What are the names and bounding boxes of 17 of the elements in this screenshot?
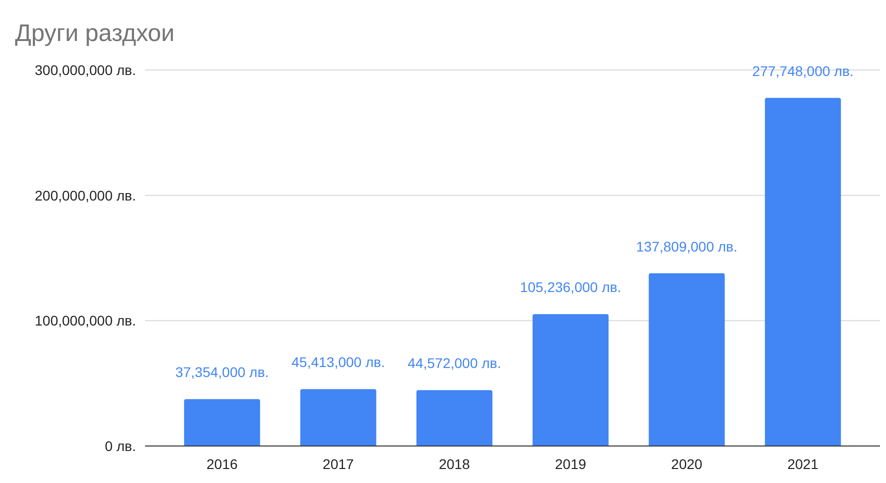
chart-title: Други раздхои	[15, 20, 175, 47]
data-label: 44,572,000 лв.	[408, 355, 502, 372]
data-label: 105,236,000 лв.	[520, 279, 622, 296]
data-label: 137,809,000 лв.	[636, 238, 738, 254]
axis-label: 2019	[555, 456, 586, 472]
axis-label: 2021	[787, 456, 818, 472]
data-label: 45,413,000 лв.	[292, 354, 385, 370]
data-label: 37,354,000 лв.	[175, 364, 269, 380]
axis-label: 2017	[322, 456, 354, 472]
axis-label: 2016	[206, 456, 238, 472]
axis-label: 300,000,000 лв.	[34, 62, 136, 78]
axis-label: 100,000,000 лв.	[34, 312, 136, 329]
axis-label: 2018	[438, 456, 470, 472]
axis-label: 200,000,000 лв.	[34, 187, 136, 204]
data-label: 277,748,000 лв.	[752, 62, 854, 79]
axis-label: 2020	[671, 456, 702, 472]
axis-label: 0 лв.	[104, 438, 136, 454]
